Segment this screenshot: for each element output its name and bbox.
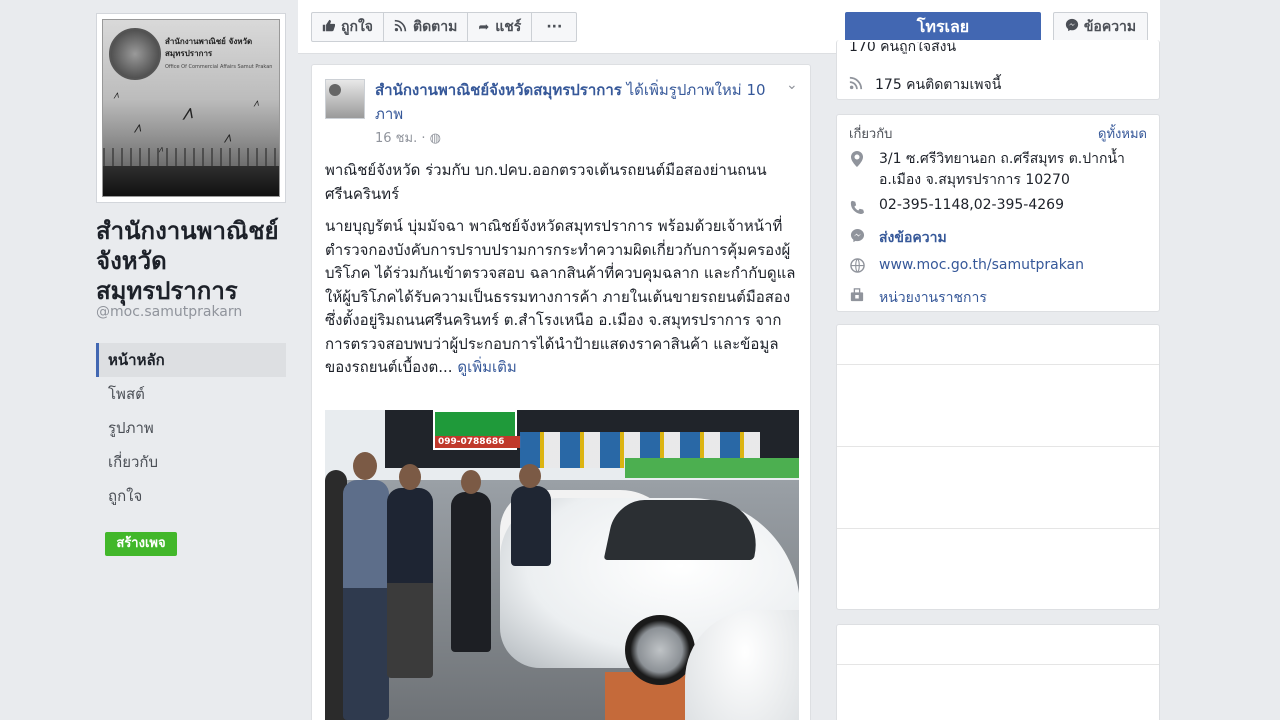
- chevron-down-icon[interactable]: ⌄: [786, 77, 798, 93]
- photo-person: [343, 480, 389, 720]
- rss-icon: [394, 19, 407, 36]
- shore: [103, 166, 279, 196]
- placeholder-card: [836, 324, 1160, 610]
- follow-button[interactable]: ติดตาม: [384, 13, 469, 41]
- category-icon: [850, 287, 864, 306]
- see-all-link[interactable]: ดูทั้งหมด: [1098, 123, 1147, 144]
- globe-icon: [850, 258, 865, 277]
- messenger-icon: [1065, 18, 1079, 36]
- photo-sign-phone: 099-0788686: [435, 436, 521, 448]
- about-title: เกี่ยวกับ: [849, 127, 893, 142]
- messenger-icon: [850, 228, 865, 247]
- post-meta: 16 ชม. · ◍: [375, 127, 441, 148]
- profile-picture[interactable]: สำนักงานพาณิชย์ จังหวัดสมุทรปราการ Offic…: [96, 13, 286, 203]
- rss-icon: [849, 76, 863, 94]
- photo-person-head: [461, 470, 481, 494]
- website-link[interactable]: www.moc.go.th/samutprakan: [879, 257, 1084, 273]
- globe-icon: ◍: [429, 131, 441, 146]
- address: 3/1 ซ.ศรีวิทยานอก ถ.ศรีสมุทร ต.ปากน้ำ อ.…: [879, 149, 1125, 191]
- divider: [837, 664, 1159, 665]
- address-line2: อ.เมือง จ.สมุทรปราการ 10270: [879, 172, 1070, 188]
- dot-separator: ·: [421, 131, 430, 146]
- phone-number[interactable]: 02-395-1148,02-395-4269: [879, 197, 1064, 213]
- address-line1: 3/1 ซ.ศรีวิทยานอก ถ.ศรีสมุทร ต.ปากน้ำ: [879, 151, 1125, 167]
- divider: [837, 364, 1159, 365]
- logo-text-th: สำนักงานพาณิชย์ จังหวัดสมุทรปราการ: [165, 37, 253, 58]
- phone-icon: [850, 199, 864, 218]
- photo-green-roof: [625, 458, 799, 478]
- post-headline: พาณิชย์จังหวัด ร่วมกับ บก.ปคบ.ออกตรวจเต้…: [325, 161, 767, 203]
- page-handle[interactable]: @moc.samutprakarn: [96, 304, 242, 320]
- photo-person: [451, 492, 491, 652]
- bird-icon: ⩘: [252, 97, 260, 110]
- send-message-link[interactable]: ส่งข้อความ: [879, 227, 947, 249]
- placeholder-card-2: [836, 624, 1160, 720]
- post-timestamp[interactable]: 16 ชม.: [375, 131, 417, 146]
- follow-label: ติดตาม: [413, 19, 458, 35]
- share-button[interactable]: ➦ แชร์: [468, 13, 533, 41]
- post-header: สำนักงานพาณิชย์จังหวัดสมุทรปราการ ได้เพิ…: [375, 78, 775, 126]
- divider: [837, 446, 1159, 447]
- post-photo[interactable]: 099-0788686: [325, 410, 799, 720]
- post-avatar[interactable]: [325, 79, 365, 119]
- seal-logo: [329, 84, 341, 96]
- more-button[interactable]: ···: [532, 13, 576, 41]
- message-button[interactable]: ข้อความ: [1053, 12, 1148, 42]
- nav-item-home[interactable]: หน้าหลัก: [96, 343, 286, 377]
- followers-count: 175 คนติดตามเพจนี้: [875, 77, 1002, 93]
- action-group: ถูกใจ ติดตาม ➦ แชร์ ···: [311, 12, 578, 42]
- followers-row: 175 คนติดตามเพจนี้: [849, 74, 1001, 96]
- profile-image: สำนักงานพาณิชย์ จังหวัดสมุทรปราการ Offic…: [102, 19, 280, 197]
- photo-person-head: [399, 464, 421, 490]
- category-link[interactable]: หน่วยงานราชการ: [879, 287, 987, 309]
- about-card: เกี่ยวกับ ดูทั้งหมด 3/1 ซ.ศรีวิทยานอก ถ.…: [836, 114, 1160, 312]
- stats-card: 170 คนถูกใจสิ่งนี้ 175 คนติดตามเพจนี้: [836, 40, 1160, 100]
- post-author-link[interactable]: สำนักงานพาณิชย์จังหวัดสมุทรปราการ: [375, 81, 622, 99]
- photo-person-head: [519, 464, 541, 488]
- post-text-content: นายบุญรัตน์ บุ่มมัจฉา พาณิชย์จังหวัดสมุท…: [325, 217, 796, 376]
- divider: [837, 528, 1159, 529]
- photo-person: [387, 488, 433, 678]
- location-pin-icon: [851, 151, 863, 171]
- create-page-button[interactable]: สร้างเพจ: [105, 532, 177, 556]
- post-card: สำนักงานพาณิชย์จังหวัดสมุทรปราการ ได้เพิ…: [311, 64, 811, 720]
- logo-text-en: Office Of Commercial Affairs Samut Praka…: [165, 64, 273, 70]
- call-now-button[interactable]: โทรเลย: [845, 12, 1041, 42]
- bird-icon: ⩘: [179, 99, 195, 125]
- like-button[interactable]: ถูกใจ: [312, 13, 384, 41]
- page-title: สำนักงานพาณิชย์จังหวัดสมุทรปราการ: [96, 217, 279, 305]
- nav-item-likes[interactable]: ถูกใจ: [96, 479, 286, 513]
- nav-item-posts[interactable]: โพสต์: [96, 377, 286, 411]
- like-label: ถูกใจ: [341, 19, 373, 35]
- pier: [103, 148, 279, 166]
- more-icon: ···: [546, 19, 563, 35]
- bird-icon: ⩘: [221, 129, 233, 147]
- share-arrow-icon: ➦: [478, 19, 490, 35]
- photo-person: [511, 486, 551, 566]
- message-label: ข้อความ: [1083, 19, 1137, 35]
- bird-icon: ⩘: [131, 119, 143, 137]
- likes-count-text: 170 คนถูกใจสิ่งนี้: [849, 42, 957, 54]
- thumbs-up-icon: [322, 19, 336, 36]
- left-nav: หน้าหลัก โพสต์ รูปภาพ เกี่ยวกับ ถูกใจ: [96, 343, 286, 513]
- seal-logo: [109, 28, 161, 80]
- likes-count: 170 คนถูกใจสิ่งนี้: [849, 42, 956, 54]
- post-body: พาณิชย์จังหวัด ร่วมกับ บก.ปคบ.ออกตรวจเต้…: [325, 159, 801, 389]
- nav-item-about[interactable]: เกี่ยวกับ: [96, 445, 286, 479]
- nav-item-photos[interactable]: รูปภาพ: [96, 411, 286, 445]
- share-label: แชร์: [495, 19, 522, 35]
- post-text: นายบุญรัตน์ บุ่มมัจฉา พาณิชย์จังหวัดสมุท…: [325, 215, 801, 380]
- photo-person-head: [353, 452, 377, 480]
- see-more-link[interactable]: ดูเพิ่มเติม: [457, 358, 516, 376]
- bird-icon: ⩘: [112, 89, 120, 102]
